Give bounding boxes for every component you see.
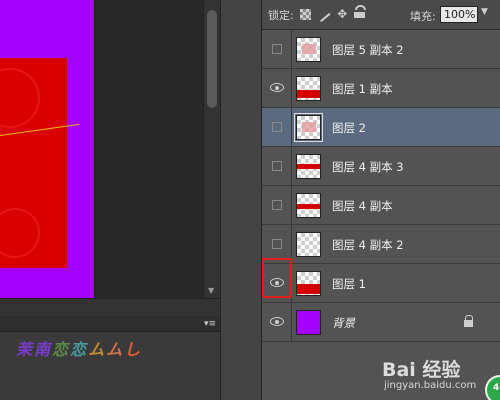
visibility-toggle[interactable] — [262, 303, 292, 342]
layer-thumbnail — [296, 310, 321, 335]
scrollbar-thumb[interactable] — [207, 10, 217, 108]
layer-thumbnail — [296, 271, 321, 296]
layer-row-selected[interactable]: 图层 2 — [262, 108, 500, 147]
style-swatch[interactable]: 恋 — [70, 336, 86, 360]
artwork-ornament — [0, 68, 40, 128]
layer-thumbnail — [296, 193, 321, 218]
document-canvas[interactable] — [0, 0, 94, 298]
style-swatch[interactable]: 恋 — [52, 336, 68, 360]
visibility-off-box[interactable] — [272, 44, 282, 54]
style-swatch[interactable]: し — [124, 336, 140, 360]
layer-thumbnail — [296, 154, 321, 179]
layer-thumbnail — [294, 113, 323, 142]
eye-icon[interactable] — [270, 317, 284, 326]
badge-text: 4 — [493, 383, 500, 393]
visibility-off-box[interactable] — [272, 161, 282, 171]
horizontal-scrollbar[interactable] — [0, 298, 220, 316]
visibility-toggle[interactable] — [262, 108, 292, 147]
layer-row[interactable]: 图层 4 副本 2 — [262, 225, 500, 264]
layer-row[interactable]: 图层 4 副本 — [262, 186, 500, 225]
style-swatch[interactable]: 南 — [34, 336, 50, 360]
visibility-toggle[interactable] — [262, 30, 292, 69]
layer-name: 图层 1 — [332, 277, 366, 291]
lock-label: 锁定: — [268, 8, 294, 22]
layer-name: 图层 4 副本 2 — [332, 238, 404, 252]
visibility-off-box[interactable] — [272, 239, 282, 249]
layer-row[interactable]: 图层 1 — [262, 264, 500, 303]
eye-icon[interactable] — [270, 83, 284, 92]
style-swatch[interactable]: ム — [88, 336, 104, 360]
watermark: Bai 经验 jingyan.baidu.com — [382, 355, 500, 400]
styles-panel-header: ▾≡ — [0, 316, 220, 332]
highlight-box — [262, 258, 292, 298]
artwork-ornament — [0, 208, 40, 258]
styles-panel: ▾≡ 茉 南 恋 恋 ム ム し — [0, 316, 220, 400]
red-artwork — [0, 58, 67, 268]
lock-all-icon[interactable] — [353, 5, 366, 18]
panel-menu-icon[interactable]: ▾≡ — [204, 319, 216, 329]
layer-name: 图层 4 副本 — [332, 199, 393, 213]
visibility-off-box[interactable] — [272, 122, 282, 132]
watermark-brand: Bai 经验 — [382, 359, 461, 381]
layer-thumbnail — [296, 76, 321, 101]
lock-bar: 锁定: ✥ 填充: 100% ▼ — [262, 0, 500, 30]
style-swatch[interactable]: ム — [106, 336, 122, 360]
fill-input[interactable]: 100% — [440, 6, 478, 23]
visibility-toggle[interactable] — [262, 186, 292, 225]
visibility-off-box[interactable] — [272, 200, 282, 210]
visibility-toggle[interactable] — [262, 147, 292, 186]
layer-name: 图层 1 副本 — [332, 82, 393, 96]
layer-row[interactable]: 图层 5 副本 2 — [262, 30, 500, 69]
layer-row[interactable]: 图层 1 副本 — [262, 69, 500, 108]
lock-pixels-icon[interactable] — [317, 9, 331, 23]
lock-transparency-icon[interactable] — [299, 9, 311, 20]
document-window: ▼ ▾≡ 茉 南 恋 恋 ム ム し — [0, 0, 220, 400]
lock-icon — [464, 315, 473, 327]
fill-dropdown-icon[interactable]: ▼ — [481, 7, 488, 17]
layer-name: 背景 — [332, 316, 355, 330]
watermark-url: jingyan.baidu.com — [384, 380, 477, 391]
layers-panel: 锁定: ✥ 填充: 100% ▼ 图层 5 副本 2 图层 1 副本 图层 2 … — [262, 0, 500, 400]
layer-row[interactable]: 图层 4 副本 3 — [262, 147, 500, 186]
panel-divider — [220, 0, 262, 400]
layer-name: 图层 4 副本 3 — [332, 160, 404, 174]
style-swatches: 茉 南 恋 恋 ム ム し — [16, 336, 140, 360]
scroll-down-icon[interactable]: ▼ — [208, 287, 214, 295]
layer-row[interactable]: 背景 — [262, 303, 500, 342]
layer-thumbnail — [296, 37, 321, 62]
visibility-toggle[interactable] — [262, 69, 292, 108]
vertical-scrollbar[interactable]: ▼ — [203, 0, 220, 298]
layer-thumbnail — [296, 232, 321, 257]
layer-name: 图层 5 副本 2 — [332, 43, 404, 57]
lock-position-icon[interactable]: ✥ — [337, 8, 348, 20]
style-swatch[interactable]: 茉 — [16, 336, 32, 360]
fill-label: 填充: — [410, 10, 436, 23]
layer-name: 图层 2 — [332, 121, 366, 135]
